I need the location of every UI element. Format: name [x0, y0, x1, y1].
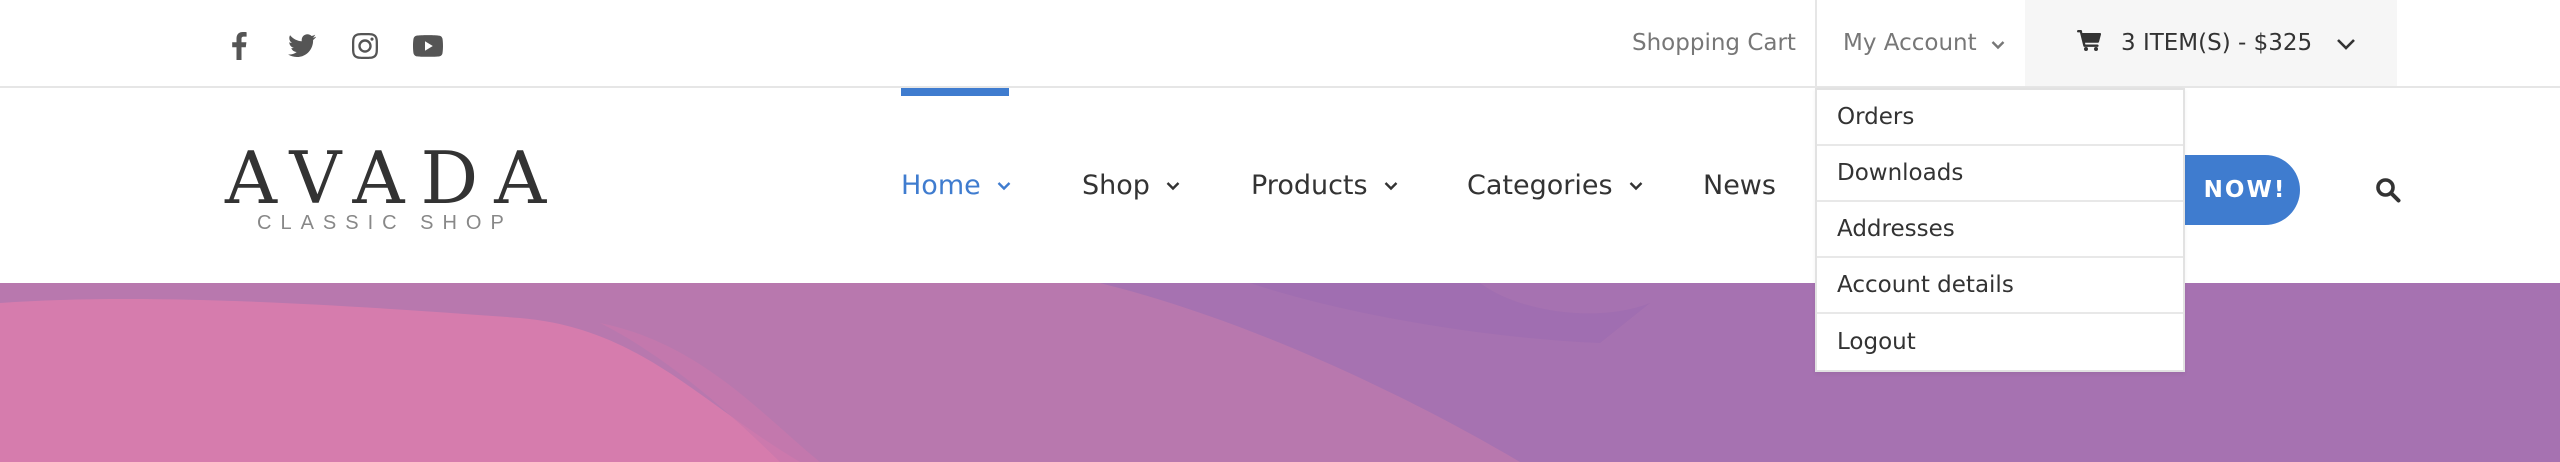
nav-item-products[interactable]: Products	[1251, 88, 1398, 283]
chevron-down-icon	[997, 181, 1011, 191]
logo-tagline: CLASSIC SHOP	[257, 212, 513, 234]
site-logo[interactable]: AVADA CLASSIC SHOP	[225, 136, 563, 234]
nav-item-news[interactable]: News	[1703, 88, 1776, 283]
chevron-down-icon	[2336, 30, 2356, 56]
chevron-down-icon	[1166, 181, 1180, 191]
menu-item-logout[interactable]: Logout	[1817, 314, 2183, 370]
nav-item-categories[interactable]: Categories	[1467, 88, 1643, 283]
chevron-down-icon	[1991, 30, 2005, 56]
menu-item-addresses[interactable]: Addresses	[1817, 202, 2183, 258]
facebook-icon[interactable]	[219, 28, 259, 64]
cart-icon	[2077, 29, 2102, 57]
nav-item-home[interactable]: Home	[901, 88, 1011, 283]
cart-button[interactable]: 3 ITEM(S) - $325	[2025, 0, 2397, 86]
logo-wordmark: AVADA	[225, 136, 563, 220]
nav-item-label: Products	[1251, 170, 1368, 201]
menu-item-downloads[interactable]: Downloads	[1817, 146, 2183, 202]
cart-summary: 3 ITEM(S) - $325	[2121, 30, 2313, 56]
account-dropdown: Orders Downloads Addresses Account detai…	[1815, 88, 2185, 372]
top-bar: Shopping Cart My Account 3 ITEM(S) - $32…	[0, 0, 2560, 88]
chevron-down-icon	[1629, 181, 1643, 191]
search-icon[interactable]	[2370, 172, 2406, 208]
menu-item-account-details[interactable]: Account details	[1817, 258, 2183, 314]
nav-item-shop[interactable]: Shop	[1082, 88, 1180, 283]
nav-item-label: News	[1703, 170, 1776, 201]
chevron-down-icon	[1384, 181, 1398, 191]
youtube-icon[interactable]	[408, 28, 448, 64]
nav-item-label: Home	[901, 170, 981, 201]
nav-item-label: Shop	[1082, 170, 1150, 201]
my-account-menu[interactable]: My Account	[1815, 0, 2025, 86]
menu-item-orders[interactable]: Orders	[1817, 90, 2183, 146]
twitter-icon[interactable]	[282, 28, 322, 64]
my-account-label: My Account	[1843, 30, 1977, 56]
shopping-cart-link[interactable]: Shopping Cart	[1632, 0, 1796, 86]
nav-item-label: Categories	[1467, 170, 1613, 201]
instagram-icon[interactable]	[345, 28, 385, 64]
